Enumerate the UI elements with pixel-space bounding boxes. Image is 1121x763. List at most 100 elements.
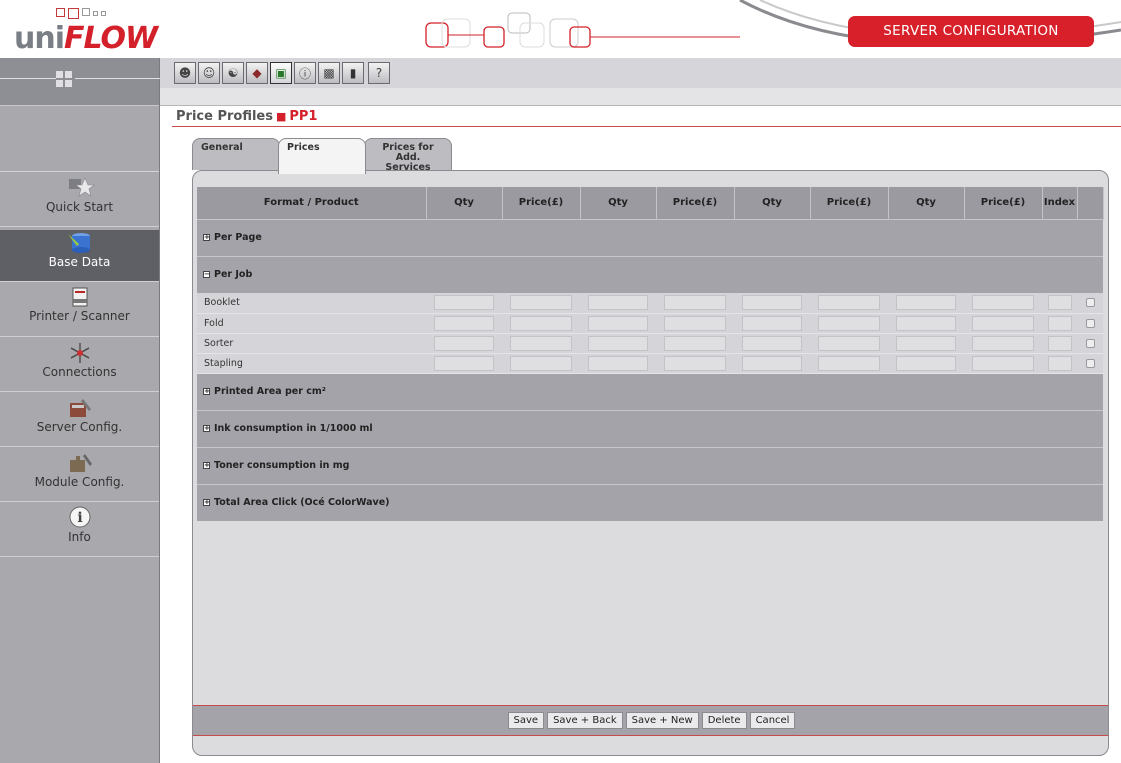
price-input[interactable] bbox=[971, 335, 1035, 351]
group-row[interactable]: + Toner consumption in mg bbox=[197, 446, 1103, 484]
index-input[interactable] bbox=[1047, 355, 1072, 371]
price-input[interactable] bbox=[971, 295, 1035, 311]
price-input[interactable] bbox=[971, 315, 1035, 331]
index-input[interactable] bbox=[1047, 335, 1072, 351]
price-list-icon[interactable]: ▣ bbox=[270, 62, 292, 84]
book-icon[interactable]: ◆ bbox=[246, 62, 268, 84]
qty-input[interactable] bbox=[895, 315, 957, 331]
expand-icon[interactable]: + bbox=[203, 388, 210, 395]
sidebar-item-server-config[interactable]: Server Config. bbox=[0, 395, 159, 447]
price-cell bbox=[656, 353, 734, 374]
price-cell bbox=[1042, 293, 1077, 314]
printer-icon bbox=[72, 287, 87, 307]
price-input[interactable] bbox=[509, 335, 573, 351]
row-checkbox[interactable] bbox=[1085, 318, 1095, 328]
qty-input[interactable] bbox=[433, 355, 495, 371]
user-group-icon[interactable]: ☯ bbox=[222, 62, 244, 84]
group-cell[interactable]: + Printed Area per cm² bbox=[197, 372, 1103, 410]
expand-icon[interactable]: + bbox=[203, 462, 210, 469]
group-cell[interactable]: + Total Area Click (Océ ColorWave) bbox=[197, 483, 1103, 521]
group-cell[interactable]: − Per Job bbox=[197, 255, 1103, 293]
price-input[interactable] bbox=[509, 315, 573, 331]
qty-input[interactable] bbox=[587, 355, 649, 371]
qty-input[interactable] bbox=[433, 295, 495, 311]
save-back-button[interactable]: Save + Back bbox=[547, 712, 623, 729]
qty-input[interactable] bbox=[741, 335, 803, 351]
tab-prices[interactable]: Prices bbox=[278, 138, 366, 174]
price-cell bbox=[656, 333, 734, 354]
bag-icon[interactable]: ▩ bbox=[318, 62, 340, 84]
price-input[interactable] bbox=[817, 315, 881, 331]
tab-prices-add-services[interactable]: Prices for Add. Services bbox=[364, 138, 452, 173]
sidebar-spacer bbox=[0, 106, 159, 172]
price-input[interactable] bbox=[817, 335, 881, 351]
row-checkbox[interactable] bbox=[1085, 338, 1095, 348]
price-input[interactable] bbox=[663, 295, 727, 311]
save-new-button[interactable]: Save + New bbox=[625, 712, 699, 729]
price-input[interactable] bbox=[971, 355, 1035, 371]
info-card-icon[interactable]: ⓘ bbox=[294, 62, 316, 84]
connections-icon bbox=[70, 343, 89, 363]
sidebar-item-base-data[interactable]: Base Data bbox=[0, 230, 159, 282]
price-input[interactable] bbox=[663, 355, 727, 371]
qty-input[interactable] bbox=[741, 355, 803, 371]
price-cell bbox=[502, 313, 580, 334]
price-input[interactable] bbox=[663, 335, 727, 351]
group-cell[interactable]: + Ink consumption in 1/1000 ml bbox=[197, 409, 1103, 447]
qty-input[interactable] bbox=[433, 335, 495, 351]
sidebar-item-connections[interactable]: Connections bbox=[0, 340, 159, 392]
tab-general[interactable]: General bbox=[192, 138, 280, 170]
qty-input[interactable] bbox=[741, 295, 803, 311]
qty-input[interactable] bbox=[895, 335, 957, 351]
sidebar-item-label: Printer / Scanner bbox=[29, 309, 130, 323]
delete-button[interactable]: Delete bbox=[701, 712, 747, 729]
sidebar-item-info[interactable]: i Info bbox=[0, 505, 159, 557]
sidebar-item-quick-start[interactable]: Quick Start bbox=[0, 175, 159, 227]
qty-input[interactable] bbox=[895, 295, 957, 311]
qty-input[interactable] bbox=[433, 315, 495, 331]
select-cell bbox=[1077, 353, 1103, 374]
user-icon[interactable]: ☻ bbox=[174, 62, 196, 84]
group-row[interactable]: + Total Area Click (Océ ColorWave) bbox=[197, 483, 1103, 521]
qty-input[interactable] bbox=[587, 335, 649, 351]
index-input[interactable] bbox=[1047, 295, 1072, 311]
users-icon[interactable]: ☺ bbox=[198, 62, 220, 84]
help-icon[interactable]: ? bbox=[368, 62, 390, 84]
qty-input[interactable] bbox=[587, 315, 649, 331]
price-cell bbox=[888, 333, 964, 354]
statistics-icon[interactable]: ▮ bbox=[342, 62, 364, 84]
row-checkbox[interactable] bbox=[1085, 298, 1095, 308]
expand-icon[interactable]: + bbox=[203, 499, 210, 507]
group-row[interactable]: − Per Job bbox=[197, 255, 1103, 293]
expand-icon[interactable]: + bbox=[203, 425, 210, 432]
sidebar-item-label: Info bbox=[68, 530, 91, 544]
expand-icon[interactable]: + bbox=[203, 234, 210, 241]
price-cell bbox=[964, 333, 1042, 354]
group-row[interactable]: + Ink consumption in 1/1000 ml bbox=[197, 409, 1103, 447]
info-icon: i bbox=[69, 506, 90, 528]
row-checkbox[interactable] bbox=[1085, 358, 1095, 368]
price-cell bbox=[580, 293, 656, 314]
breadcrumb-section[interactable]: Price Profiles bbox=[176, 109, 273, 124]
group-row[interactable]: + Printed Area per cm² bbox=[197, 372, 1103, 410]
price-input[interactable] bbox=[663, 315, 727, 331]
group-cell[interactable]: + Per Page bbox=[197, 218, 1103, 256]
group-cell[interactable]: + Toner consumption in mg bbox=[197, 446, 1103, 484]
price-input[interactable] bbox=[509, 355, 573, 371]
index-input[interactable] bbox=[1047, 315, 1072, 331]
sidebar-item-printer-scanner[interactable]: Printer / Scanner bbox=[0, 285, 159, 337]
sidebar-item-module-config[interactable]: Module Config. bbox=[0, 450, 159, 502]
save-button[interactable]: Save bbox=[507, 712, 545, 729]
cancel-button[interactable]: Cancel bbox=[749, 712, 796, 729]
sidebar-item-label: Quick Start bbox=[45, 200, 114, 214]
qty-input[interactable] bbox=[895, 355, 957, 371]
qty-input[interactable] bbox=[587, 295, 649, 311]
qty-input[interactable] bbox=[741, 315, 803, 331]
price-input[interactable] bbox=[817, 295, 881, 311]
price-input[interactable] bbox=[817, 355, 881, 371]
collapse-icon[interactable]: − bbox=[203, 271, 210, 279]
breadcrumb-separator-icon: ■ bbox=[275, 110, 287, 123]
price-cell bbox=[580, 313, 656, 334]
group-row[interactable]: + Per Page bbox=[197, 218, 1103, 256]
price-input[interactable] bbox=[509, 295, 573, 311]
